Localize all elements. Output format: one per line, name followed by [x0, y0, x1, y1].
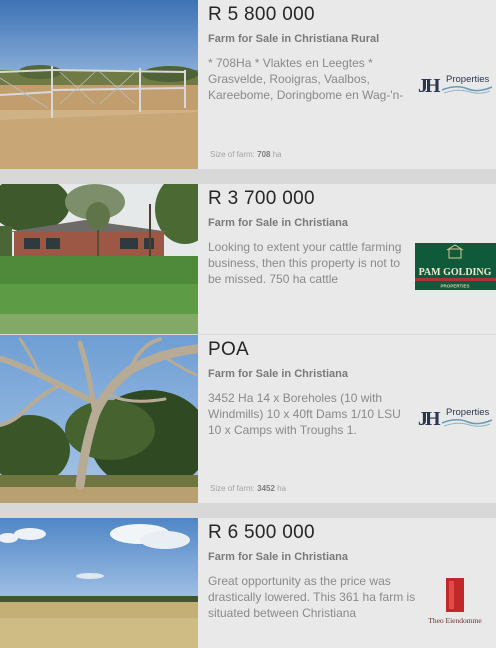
- farm-size-value: 3452: [257, 484, 275, 493]
- farm-size-value: 708: [257, 150, 271, 159]
- listing-photo[interactable]: [0, 0, 198, 169]
- jh-logo-text: Properties: [446, 407, 490, 418]
- listing-type[interactable]: Farm for Sale in Christiana: [208, 551, 348, 563]
- theo-eiendomme-logo[interactable]: Theo Eiendomme: [420, 576, 490, 626]
- listing-price: R 6 500 000: [208, 522, 315, 543]
- listing-photo[interactable]: [0, 518, 198, 648]
- pam-golding-logo[interactable]: PAM GOLDING PROPERTIES: [415, 243, 496, 290]
- pam-golding-logo-text: PAM GOLDING: [419, 267, 492, 278]
- listing-type[interactable]: Farm for Sale in Christiana: [208, 368, 348, 380]
- jh-monogram: JH: [418, 75, 441, 97]
- jh-properties-logo[interactable]: JH Properties: [416, 70, 496, 100]
- listing-card[interactable]: R 3 700 000 Farm for Sale in Christiana …: [0, 184, 496, 334]
- farm-size-unit: ha: [272, 150, 282, 159]
- farm-size-label: Size of farm:: [210, 484, 255, 493]
- listing-description: Great opportunity as the price was drast…: [208, 574, 416, 620]
- listing-price: R 3 700 000: [208, 188, 315, 209]
- theo-eiendomme-logo-text: Theo Eiendomme: [428, 616, 482, 625]
- jh-properties-logo[interactable]: JH Properties: [416, 403, 496, 433]
- listing-price: POA: [208, 339, 250, 360]
- listing-price: R 5 800 000: [208, 4, 315, 25]
- listing-description: Looking to extent your cattle farming bu…: [208, 240, 402, 286]
- listing-card[interactable]: R 5 800 000 Farm for Sale in Christiana …: [0, 0, 496, 169]
- farm-size-label: Size of farm:: [210, 150, 255, 159]
- jh-monogram: JH: [418, 408, 441, 430]
- listing-card[interactable]: R 6 500 000 Farm for Sale in Christiana …: [0, 518, 496, 648]
- jh-logo-text: Properties: [446, 74, 490, 85]
- listing-photo[interactable]: [0, 184, 198, 334]
- farm-size: Size of farm: 3452 ha: [210, 484, 286, 493]
- farm-size: Size of farm: 708 ha: [210, 150, 282, 159]
- listing-photo[interactable]: [0, 335, 198, 503]
- listing-type[interactable]: Farm for Sale in Christiana: [208, 217, 348, 229]
- pam-golding-logo-subtext: PROPERTIES: [440, 284, 469, 289]
- listing-type[interactable]: Farm for Sale in Christiana Rural: [208, 33, 379, 45]
- listing-description: * 708Ha * Vlaktes en Leegtes * Grasvelde…: [208, 56, 404, 102]
- farm-size-unit: ha: [277, 484, 287, 493]
- listing-description: 3452 Ha 14 x Boreholes (10 with Windmill…: [208, 391, 401, 437]
- listing-card[interactable]: POA Farm for Sale in Christiana 3452 Ha …: [0, 335, 496, 503]
